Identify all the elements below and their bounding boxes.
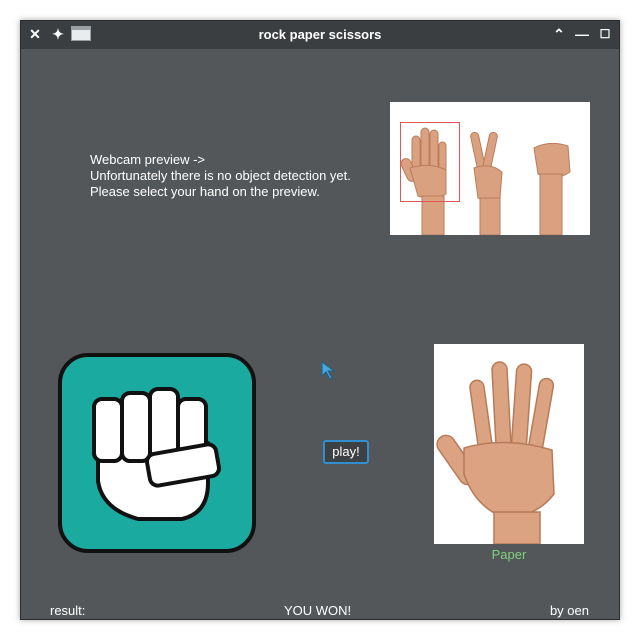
chevron-up-icon[interactable]: ⌃ <box>551 26 567 42</box>
result-label: result: <box>50 603 86 618</box>
instructions: Webcam preview -> Unfortunately there is… <box>90 152 351 200</box>
instruction-line-2: Unfortunately there is no object detecti… <box>90 168 351 183</box>
instruction-line-1: Webcam preview -> <box>90 152 205 167</box>
hand-selection-rectangle[interactable] <box>400 122 460 202</box>
play-button[interactable]: play! <box>323 440 369 464</box>
main-content: Webcam preview -> Unfortunately there is… <box>21 49 619 621</box>
app-window: ✕ ✦ rock paper scissors ⌃ — ☐ Webcam pre… <box>20 20 620 620</box>
mouse-pointer-icon <box>321 361 336 380</box>
result-value: YOU WON! <box>284 603 352 618</box>
computer-choice-label: Paper <box>491 547 527 562</box>
titlebar: ✕ ✦ rock paper scissors ⌃ — ☐ <box>21 21 619 49</box>
webcam-preview[interactable] <box>390 102 590 236</box>
rock-fist-icon <box>58 353 256 553</box>
instruction-line-3: Please select your hand on the preview. <box>90 184 320 199</box>
window-title: rock paper scissors <box>258 27 382 42</box>
credit-text: by oen <box>549 603 589 618</box>
computer-choice-image <box>434 344 584 544</box>
minimize-icon[interactable]: — <box>574 26 590 42</box>
maximize-icon[interactable]: ☐ <box>597 26 613 42</box>
